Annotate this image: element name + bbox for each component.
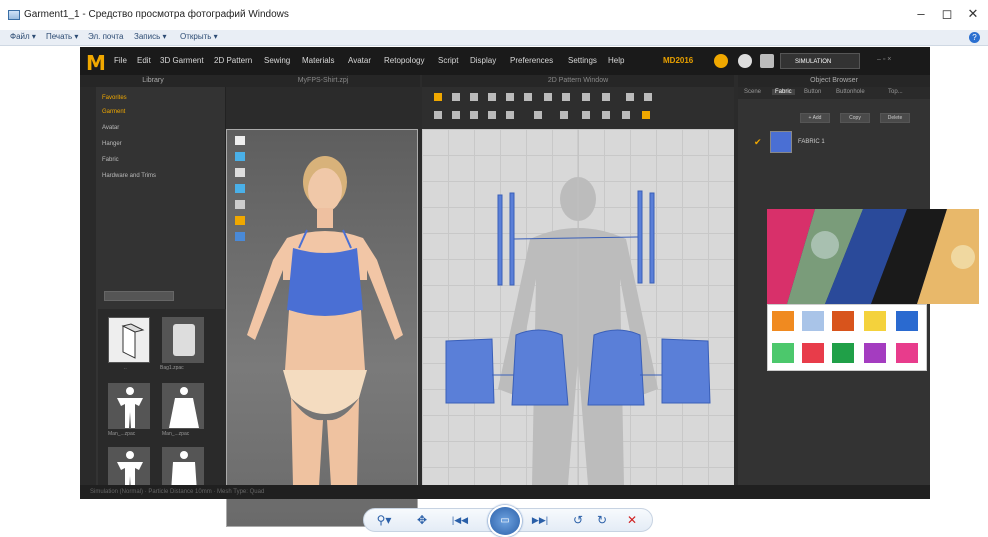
fit-window-button[interactable]: ✥ [412,513,432,527]
tab-topstitch[interactable]: Top... [888,89,903,95]
md-menu-retopology[interactable]: Retopology [384,56,424,65]
fabric-name-label: FABRIC 1 [798,139,825,145]
md-menu-avatar[interactable]: Avatar [348,56,371,65]
menu-file[interactable]: Файл ▾ [10,32,36,41]
pattern-pieces [445,129,711,485]
close-button[interactable]: ✕ [963,6,983,22]
md-menu-edit[interactable]: Edit [137,56,151,65]
simulation-toggle[interactable]: SIMULATION [780,53,860,69]
maximize-button[interactable]: ◻ [937,6,957,22]
menu-print[interactable]: Печать ▾ [46,32,78,41]
chip-row-1 [772,311,918,331]
garment-thumb-icon [173,324,195,356]
delete-button[interactable]: ✕ [622,513,642,527]
photo-viewer-window: Garment1_1 - Средство просмотра фотограф… [0,0,988,537]
slideshow-button[interactable]: ▭ [488,505,522,537]
previous-button[interactable]: |◀◀ [450,515,470,526]
dress-thumb-icon [169,387,199,428]
app-icon [8,10,20,20]
library-item-hardware[interactable]: Hardware and Trims [102,173,156,179]
delete-fabric-button[interactable]: Delete [880,113,910,123]
md-menu-script[interactable]: Script [438,56,458,65]
library-search-input[interactable] [104,291,174,301]
md-menu-file[interactable]: File [114,56,127,65]
md-menu-help[interactable]: Help [608,56,624,65]
md-hanger-icon[interactable] [760,54,774,68]
avatar-3d-view[interactable] [226,129,418,527]
md-menu-materials[interactable]: Materials [302,56,334,65]
menu-open[interactable]: Открыть ▾ [180,32,218,41]
fabric-collage-image [767,209,979,304]
library-item-hanger[interactable]: Hanger [102,141,122,147]
md-menu-preferences[interactable]: Preferences [510,56,553,65]
md-menu-2d-pattern[interactable]: 2D Pattern [214,56,252,65]
library-item-garment[interactable]: Garment [102,109,125,115]
library-item-favorites[interactable]: Favorites [102,95,127,101]
viewer-menu-bar: Файл ▾ Печать ▾ Эл. почта Запись ▾ Откры… [0,30,988,46]
viewer-controls: ⚲▾ ✥ |◀◀ ▭ ▶▶| ↺ ↻ ✕ [363,505,653,537]
menu-burn[interactable]: Запись ▾ [134,32,167,41]
title-bar: Garment1_1 - Средство просмотра фотограф… [0,0,988,30]
library-item-fabric[interactable]: Fabric [102,157,119,163]
add-fabric-button[interactable]: + Add [800,113,830,123]
folder-icon [121,323,145,359]
library-item-avatar[interactable]: Avatar [102,125,119,131]
thumb-label: Man_...zpac [162,431,190,437]
next-button[interactable]: ▶▶| [530,515,550,526]
avatar-thumb-icon [117,387,143,428]
rotate-ccw-button[interactable]: ↺ [568,513,588,527]
thumb-folder-up[interactable] [108,317,150,363]
thumb-bag[interactable] [162,317,204,363]
library-header: Library [80,75,226,87]
md-status-icon [714,54,728,68]
md-menu-sewing[interactable]: Sewing [264,56,290,65]
fabric-swatch[interactable] [770,131,792,153]
md-menu-bar: M File Edit 3D Garment 2D Pattern Sewing… [80,47,930,75]
pattern-tool-icons [434,93,652,119]
thumb-man-1[interactable] [108,383,150,429]
tab-buttonhole[interactable]: Buttonhole [836,89,865,95]
md-menu-display[interactable]: Display [470,56,496,65]
library-panel: Library Favorites Garment Avatar Hanger … [80,75,226,500]
menu-email[interactable]: Эл. почта [88,32,123,41]
tab-button[interactable]: Button [804,89,821,95]
pattern-toolbar [422,87,734,129]
check-icon: ✔ [754,137,762,147]
object-browser-tabs: Scene Fabric Button Buttonhole Top... [738,87,930,99]
md-menu-3d-garment[interactable]: 3D Garment [160,56,204,65]
object-browser-header: Object Browser [738,75,930,87]
thumb-label: .. [124,365,127,371]
fabric-collage [767,209,979,304]
thumb-label: Bag1.zpac [160,365,184,371]
minimize-button[interactable]: – [911,6,931,21]
md-help-icon[interactable] [738,54,752,68]
pattern-view-header: 2D Pattern Window [422,75,734,87]
color-chip-grid [772,311,918,363]
md-window-controls[interactable]: – ▫ × [877,56,891,63]
avatar-view-header: MyFPS-Shirt.zpj [226,75,420,87]
fabric-color-chips [767,304,927,371]
help-icon[interactable]: ? [969,32,980,43]
library-thumbnails: .. Bag1.zpac Man_...zpac Man_...zpac Man… [98,309,226,500]
thumb-label: Man_...zpac [108,431,136,437]
status-bar: Simulation (Normal) · Particle Distance … [80,485,930,499]
library-side-strip [80,87,96,499]
avatar-figure [235,136,403,486]
md-version-badge: MD2016 [663,56,694,65]
chip-row-2 [772,343,918,363]
md-menu-settings[interactable]: Settings [568,56,597,65]
pattern-2d-view[interactable] [422,129,734,485]
thumb-man-2[interactable] [162,383,204,429]
copy-fabric-button[interactable]: Copy [840,113,870,123]
rotate-cw-button[interactable]: ↻ [592,513,612,527]
zoom-button[interactable]: ⚲▾ [374,513,394,527]
tab-fabric[interactable]: Fabric [772,89,795,95]
window-title: Garment1_1 - Средство просмотра фотограф… [24,9,289,20]
md-logo: M [86,51,106,75]
view-tool-icons [235,136,245,241]
tab-scene[interactable]: Scene [744,89,761,95]
